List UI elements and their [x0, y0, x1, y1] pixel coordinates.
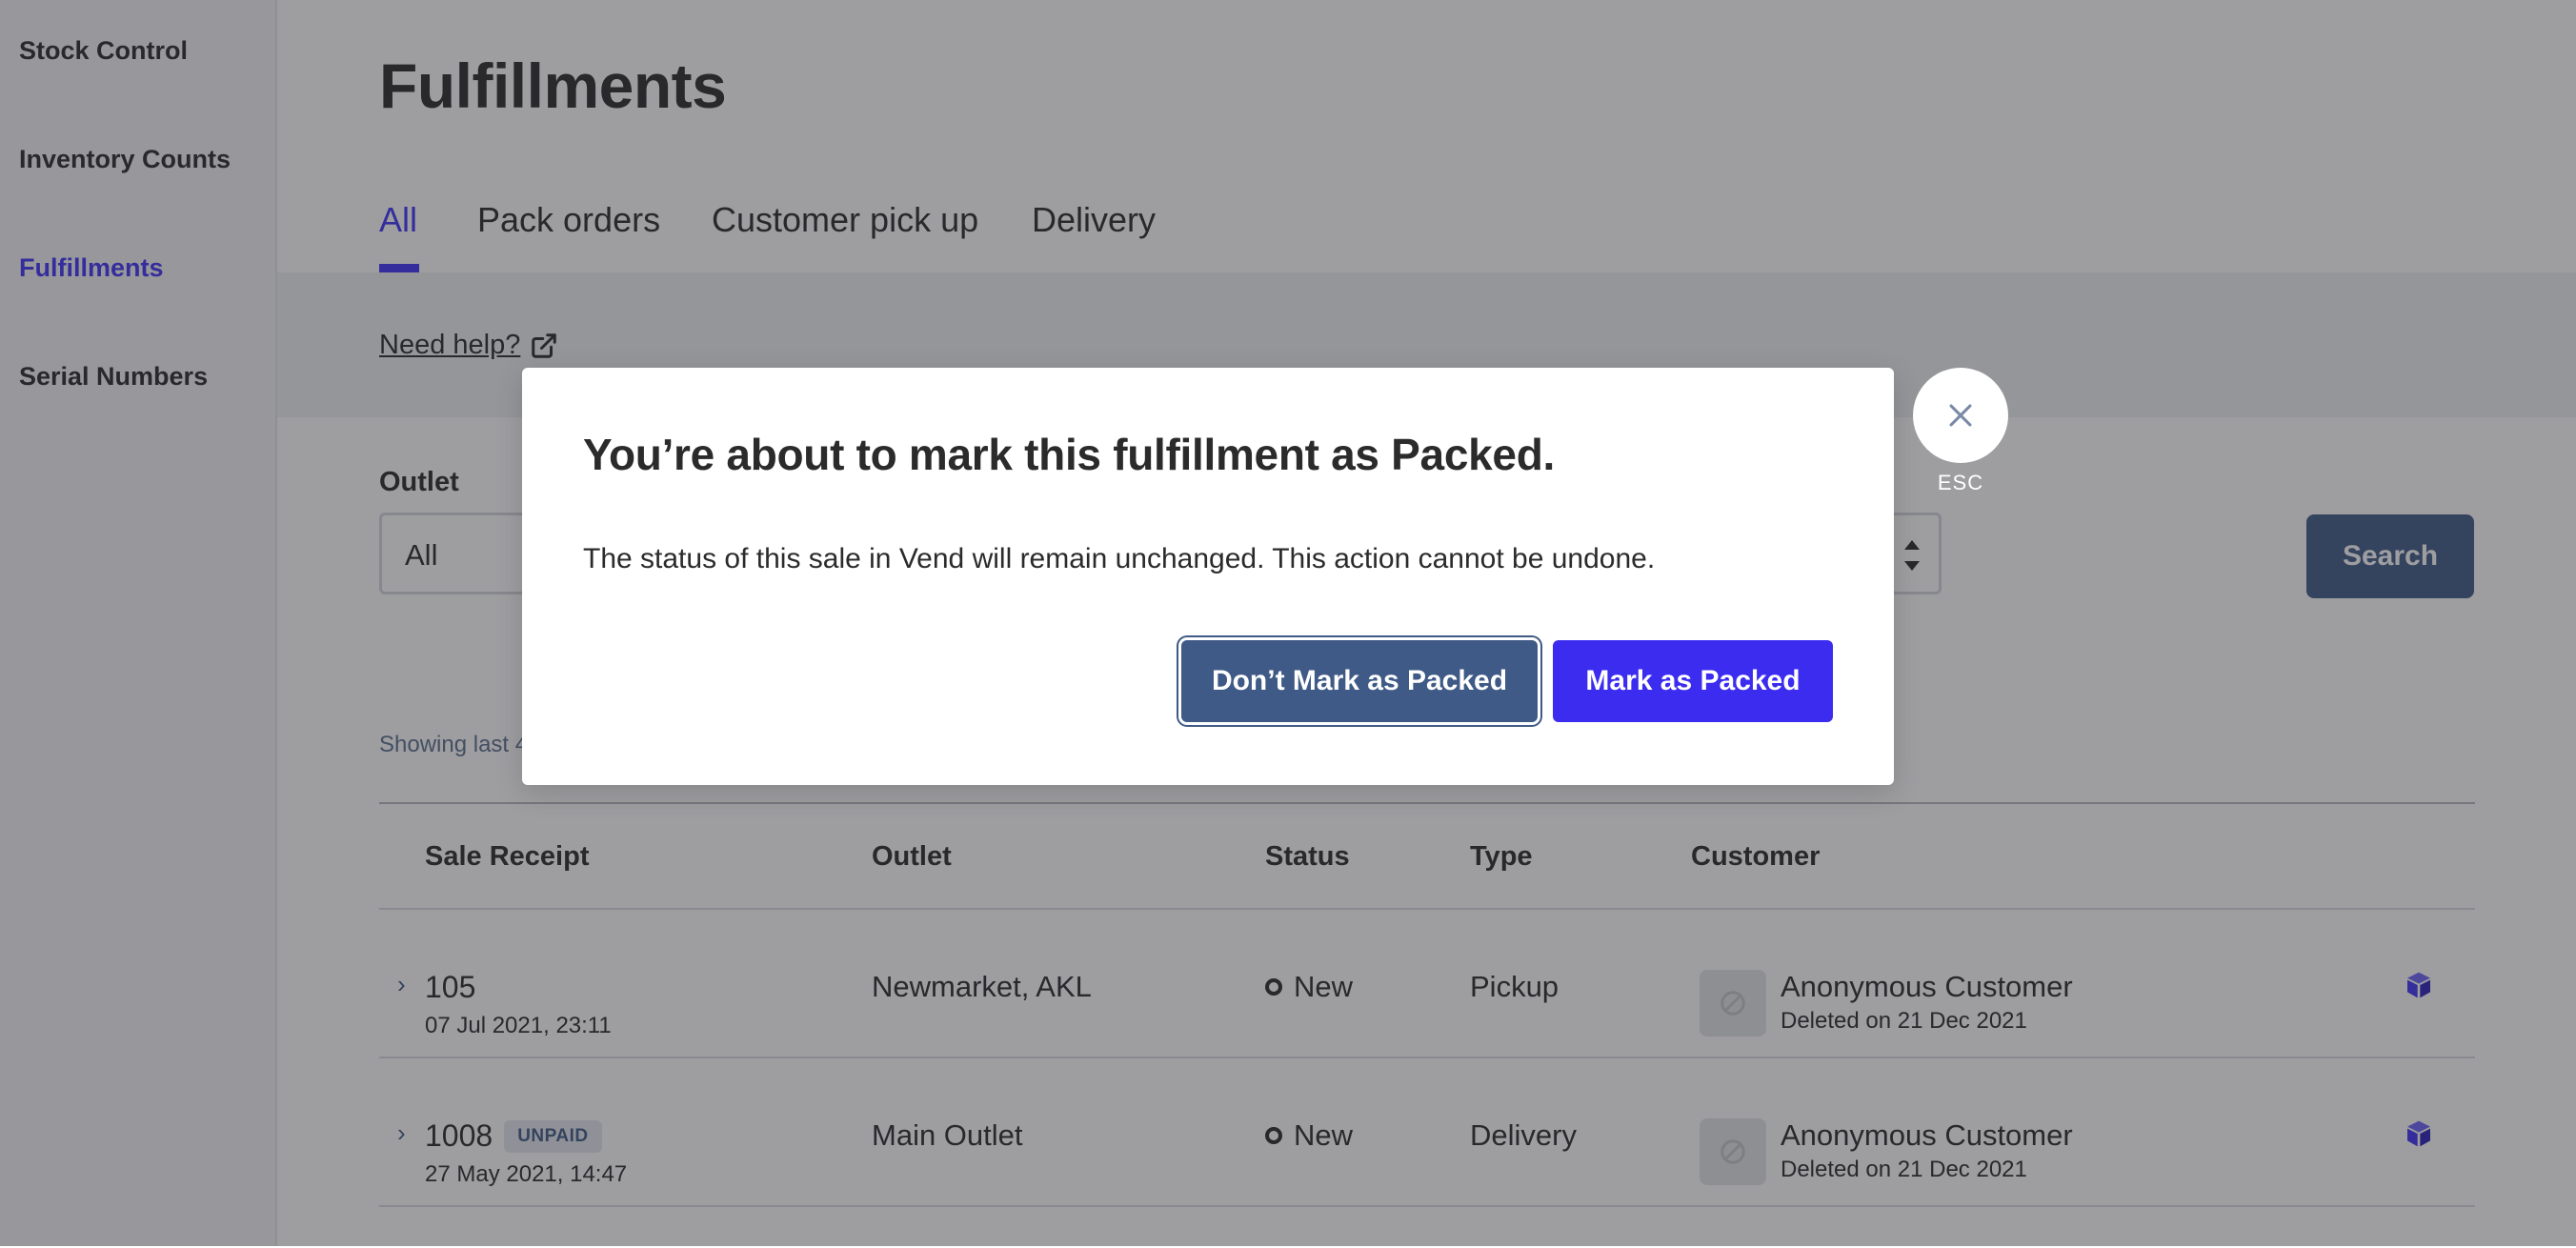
- esc-hint: ESC: [1937, 471, 1984, 494]
- mark-as-packed-button[interactable]: Mark as Packed: [1553, 640, 1833, 722]
- dialog-close-control: ESC: [1913, 368, 2008, 495]
- dialog-message: The status of this sale in Vend will rem…: [583, 543, 1656, 574]
- close-button[interactable]: [1913, 368, 2008, 463]
- confirm-packed-dialog: You’re about to mark this fulfillment as…: [522, 368, 1894, 785]
- close-icon: [1949, 404, 1972, 427]
- dont-mark-as-packed-button[interactable]: Don’t Mark as Packed: [1181, 640, 1538, 722]
- dialog-title: You’re about to mark this fulfillment as…: [583, 430, 1555, 479]
